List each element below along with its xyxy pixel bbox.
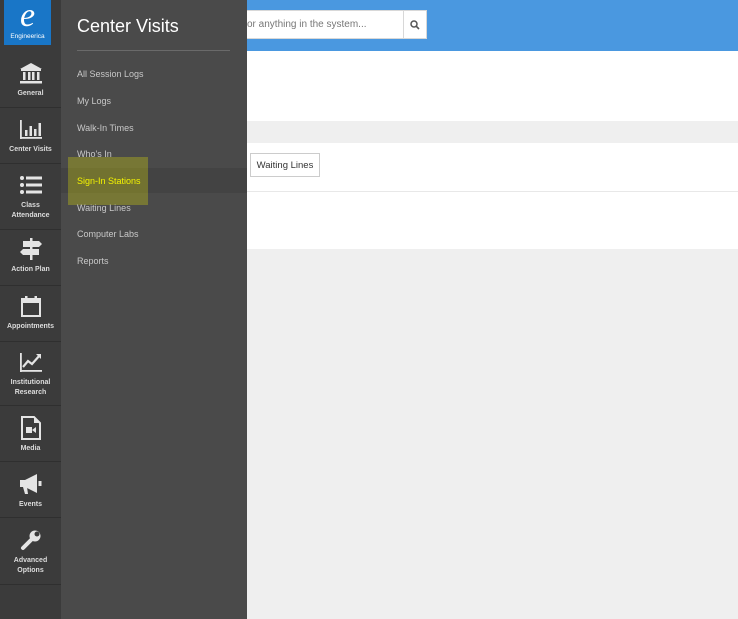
megaphone-icon: [18, 471, 44, 497]
rail-item-advanced-options[interactable]: Advanced Options: [0, 518, 61, 585]
rail-label: Events: [19, 501, 42, 508]
media-file-icon: [18, 415, 44, 441]
app-logo[interactable]: e Engineerica: [4, 0, 51, 45]
search-icon: [410, 19, 420, 30]
search-box: [238, 10, 427, 39]
menu-item-reports[interactable]: Reports: [77, 256, 109, 266]
line-chart-icon: [18, 349, 44, 375]
menu-item-sign-in-stations[interactable]: Sign-In Stations: [77, 176, 141, 186]
bar-chart-icon: [18, 116, 44, 142]
rail-item-center-visits[interactable]: Center Visits: [0, 108, 61, 164]
rail-label: Media: [20, 445, 41, 452]
rail-label: Center Visits: [9, 146, 52, 153]
menu-item-whos-in[interactable]: Who's In: [77, 149, 112, 159]
search-input[interactable]: [238, 10, 403, 39]
rail-item-class-attendance[interactable]: Class Attendance: [0, 164, 61, 230]
menu-item-all-session-logs[interactable]: All Session Logs: [77, 69, 144, 79]
waiting-lines-button[interactable]: Waiting Lines: [250, 153, 320, 177]
menu-item-waiting-lines[interactable]: Waiting Lines: [77, 203, 131, 213]
rail-label: Action Plan: [11, 266, 50, 273]
rail-item-institutional-research[interactable]: Institutional Research: [0, 342, 61, 406]
wrench-icon: [18, 527, 44, 553]
logo-text: Engineerica: [10, 33, 45, 40]
logo-mark: e: [19, 0, 36, 34]
menu-item-computer-labs[interactable]: Computer Labs: [77, 229, 139, 239]
rail-item-action-plan[interactable]: Action Plan: [0, 230, 61, 286]
rail-item-media[interactable]: Media: [0, 406, 61, 462]
search-button[interactable]: [403, 10, 427, 39]
calendar-icon: [18, 293, 44, 319]
rail-label: General: [17, 90, 44, 97]
rail-label: Advanced Options: [13, 557, 48, 574]
flyout-divider: [77, 50, 230, 51]
menu-item-my-logs[interactable]: My Logs: [77, 96, 111, 106]
rail-item-appointments[interactable]: Appointments: [0, 286, 61, 342]
rail-label: Class Attendance: [11, 202, 50, 219]
signpost-icon: [18, 236, 44, 262]
list-icon: [18, 172, 44, 198]
rail-item-general[interactable]: General: [0, 52, 61, 108]
rail-label: Appointments: [6, 323, 55, 330]
rail-item-events[interactable]: Events: [0, 462, 61, 518]
center-visits-flyout-menu: Center Visits All Session Logs My Logs W…: [61, 0, 247, 619]
flyout-title: Center Visits: [77, 16, 179, 36]
rail-label: Institutional Research: [10, 379, 51, 396]
institution-icon: [18, 60, 44, 86]
menu-item-walk-in-times[interactable]: Walk-In Times: [77, 123, 134, 133]
left-nav-rail: e Engineerica General Center Visits Clas…: [0, 0, 61, 619]
